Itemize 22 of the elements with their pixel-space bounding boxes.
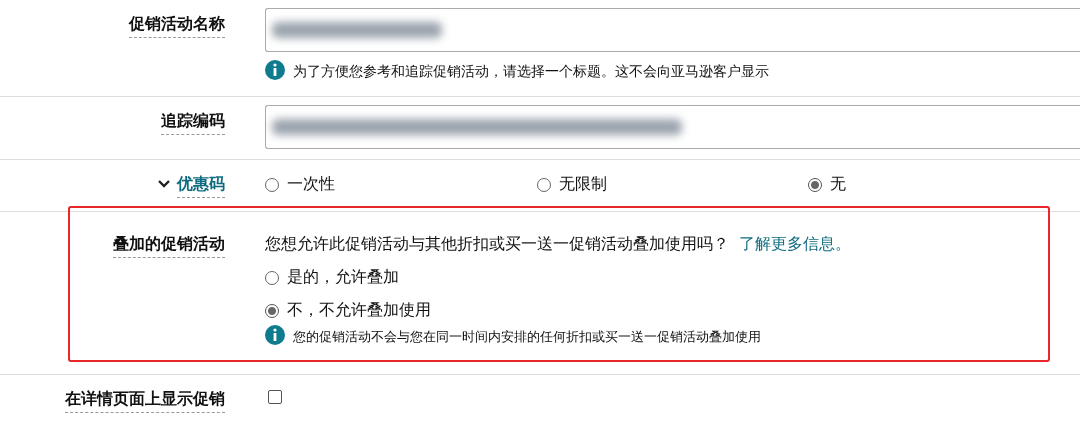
radio-button[interactable] [265,303,279,318]
input-field[interactable] [265,105,1080,149]
field-label: 叠加的促销活动 [113,234,225,258]
question-text: 您想允许此促销活动与其他折扣或买一送一促销活动叠加使用吗？ [265,234,729,253]
hint-text: 为了方便您参考和追踪促销活动，请选择一个标题。这不会向亚马逊客户显示 [293,63,769,81]
option-label[interactable]: 一次性 [287,174,335,195]
radio-button[interactable] [808,177,823,192]
option-label[interactable]: 是的，允许叠加 [287,267,399,288]
field-label: 在详情页面上显示促销 [65,389,225,413]
option-label[interactable]: 无 [830,174,847,195]
radio-button[interactable] [536,177,551,192]
option-label[interactable]: 无限制 [558,174,607,195]
input-field[interactable] [265,8,1080,52]
option-label[interactable]: 不，不允许叠加使用 [287,300,431,321]
field-label[interactable]: 优惠码 [177,174,225,198]
radio-button[interactable] [265,270,279,285]
checkbox[interactable] [268,390,282,404]
learn-more-link[interactable]: 了解更多信息。 [739,234,851,253]
radio-button[interactable] [265,177,279,192]
field-label: 追踪编码 [161,111,225,135]
hint-text: 您的促销活动不会与您在同一时间内安排的任何折扣或买一送一促销活动叠加使用 [293,328,761,346]
field-label: 促销活动名称 [129,14,225,38]
